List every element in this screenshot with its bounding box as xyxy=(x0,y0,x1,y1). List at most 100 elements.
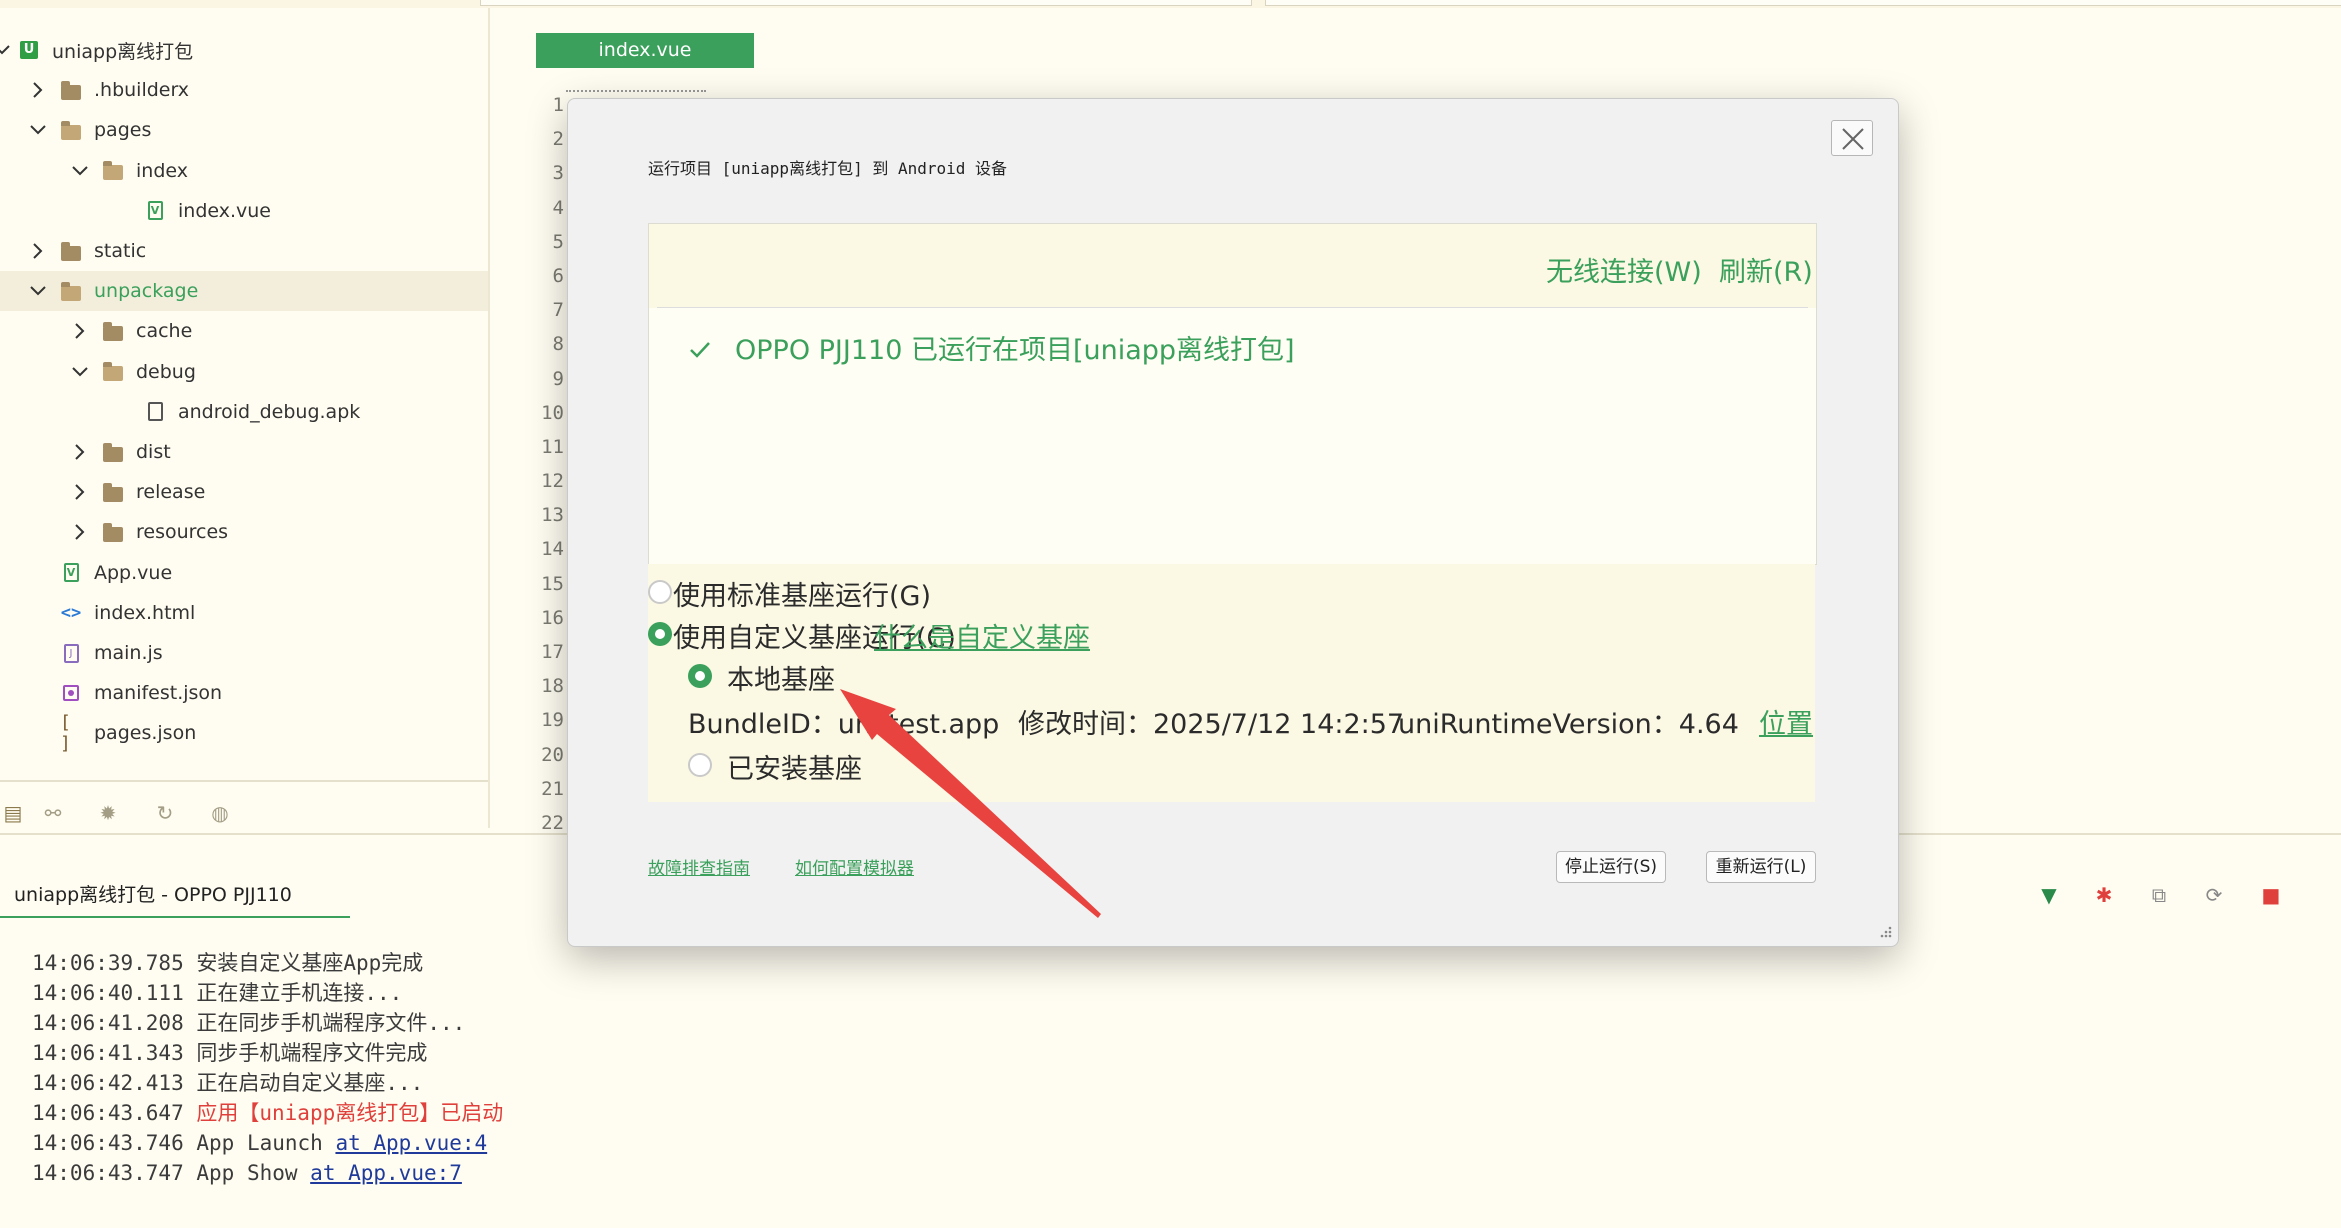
device-list-item[interactable]: OPPO PJJ110 已运行在项目[uniapp离线打包] xyxy=(689,328,1295,367)
line-number: 20 xyxy=(541,743,564,766)
line-number: 15 xyxy=(541,572,564,595)
console-source-link[interactable]: at App.vue:7 xyxy=(310,1161,462,1185)
tree-item[interactable]: release xyxy=(0,472,488,512)
runtime-version-text: uniRuntimeVersion：4.64 xyxy=(1398,709,1739,740)
tree-item[interactable]: Vindex.vue xyxy=(0,191,488,231)
open-external-icon[interactable]: ⧉ xyxy=(2146,882,2172,908)
tree-item[interactable]: manifest.json xyxy=(0,673,488,713)
line-number: 11 xyxy=(541,435,564,458)
vue-file-icon: V xyxy=(144,201,166,221)
dialog-title: 运行项目 [uniapp离线打包] 到 Android 设备 xyxy=(648,159,1008,178)
tree-item-label: cache xyxy=(136,320,193,343)
folder-icon xyxy=(102,321,124,341)
tree-item[interactable]: pages xyxy=(0,110,488,150)
line-number: 16 xyxy=(541,606,564,629)
tree-item[interactable]: unpackage xyxy=(0,271,488,312)
run-device-dialog: 运行项目 [uniapp离线打包] 到 Android 设备 无线连接(W) 刷… xyxy=(567,98,1899,947)
tree-item-label: manifest.json xyxy=(94,682,223,705)
vue-icon[interactable]: ▼ xyxy=(2036,882,2062,908)
project-icon[interactable]: ▤ xyxy=(0,800,26,826)
chevron-down-icon[interactable] xyxy=(28,120,48,140)
line-number: 5 xyxy=(552,230,564,253)
folder-open-icon xyxy=(102,161,124,181)
device-list-header: 无线连接(W) 刷新(R) xyxy=(649,224,1816,308)
custom-base-help-link[interactable]: 什么是自定义基座 xyxy=(874,616,1090,655)
line-number: 3 xyxy=(552,162,564,185)
console-timestamp: 14:06:39.785 xyxy=(32,951,197,975)
tree-item[interactable]: Uuniapp离线打包 xyxy=(0,30,488,70)
tree-item-label: dist xyxy=(136,441,171,463)
local-base-label[interactable]: 本地基座 xyxy=(727,658,835,697)
folder-icon xyxy=(102,482,124,502)
tab-index-vue[interactable]: index.vue xyxy=(536,33,754,68)
standard-base-radio[interactable] xyxy=(648,580,672,604)
toolbar-segment-right xyxy=(1265,0,2341,6)
console-timestamp: 14:06:43.746 xyxy=(32,1131,197,1155)
stop-icon[interactable]: ■ xyxy=(2258,882,2284,908)
troubleshoot-link[interactable]: 故障排查指南 xyxy=(648,854,750,879)
tree-item-label: uniapp离线打包 xyxy=(52,40,194,63)
tree-item[interactable]: dist xyxy=(0,432,488,472)
binoculars-icon[interactable]: ⚯ xyxy=(40,800,66,826)
chevron-right-icon[interactable] xyxy=(70,321,90,341)
tree-item[interactable]: Jmain.js xyxy=(0,633,488,673)
console-line: 14:06:40.111 正在建立手机连接... xyxy=(32,978,503,1008)
plugin-icon[interactable]: ◍ xyxy=(207,800,233,826)
tree-item[interactable]: .hbuilderx xyxy=(0,70,488,110)
console-output: 14:06:39.785 安装自定义基座App完成 14:06:40.111 正在… xyxy=(32,948,503,1188)
resize-grip-icon[interactable] xyxy=(1878,926,1892,940)
chevron-down-icon[interactable] xyxy=(28,281,48,301)
close-icon xyxy=(1842,128,1864,150)
tree-item-label: pages.json xyxy=(94,722,197,745)
chevron-right-icon[interactable] xyxy=(28,80,48,100)
tree-item[interactable]: index xyxy=(0,151,488,191)
console-timestamp: 14:06:40.111 xyxy=(32,981,197,1005)
tree-item-label: index xyxy=(136,159,188,182)
tree-item[interactable]: V App.vue xyxy=(0,553,488,593)
tree-item[interactable]: static xyxy=(0,231,488,271)
tree-item[interactable]: debug xyxy=(0,352,488,392)
editor-tabstrip: index.vue xyxy=(504,8,2341,68)
history-icon[interactable]: ↻ xyxy=(152,800,178,826)
chevron-right-icon[interactable] xyxy=(28,241,48,261)
chevron-right-icon[interactable] xyxy=(70,522,90,542)
console-source-link[interactable]: at App.vue:4 xyxy=(335,1131,487,1155)
chevron-down-icon[interactable] xyxy=(70,362,90,382)
tree-item-label: unpackage xyxy=(94,280,199,303)
console-tab[interactable]: uniapp离线打包 - OPPO PJJ110 xyxy=(0,868,350,918)
tree-item-label: index.html xyxy=(94,601,196,624)
chevron-right-icon[interactable] xyxy=(70,442,90,462)
tree-item[interactable]: android_debug.apk xyxy=(0,392,488,432)
close-button[interactable] xyxy=(1831,120,1873,156)
line-number: 12 xyxy=(541,470,564,493)
chevron-right-icon[interactable] xyxy=(70,482,90,502)
bug-icon[interactable]: ✹ xyxy=(95,800,121,826)
check-icon xyxy=(689,335,713,366)
debug-icon[interactable]: ✱ xyxy=(2091,882,2117,908)
chevron-down-icon[interactable] xyxy=(0,40,12,60)
tree-item[interactable]: <> index.html xyxy=(0,593,488,633)
location-link[interactable]: 位置 xyxy=(1759,702,1813,741)
custom-base-radio[interactable] xyxy=(648,622,672,646)
installed-base-radio[interactable] xyxy=(688,753,712,777)
tree-item[interactable]: cache xyxy=(0,311,488,351)
folder-icon xyxy=(60,80,82,100)
chevron-down-icon[interactable] xyxy=(70,161,90,181)
tree-item-label: release xyxy=(136,481,206,504)
tree-item[interactable]: resources xyxy=(0,512,488,552)
line-number: 4 xyxy=(552,196,564,219)
rerun-button[interactable]: 重新运行(L) xyxy=(1706,851,1816,883)
installed-base-label[interactable]: 已安装基座 xyxy=(727,747,862,786)
console-message: 正在启动自定义基座... xyxy=(196,1071,424,1095)
console-message: 正在建立手机连接... xyxy=(196,981,403,1005)
folder-open-icon xyxy=(60,120,82,140)
local-base-radio[interactable] xyxy=(688,664,712,688)
emulator-config-link[interactable]: 如何配置模拟器 xyxy=(795,854,914,879)
wireless-connect-link[interactable]: 无线连接(W) xyxy=(1546,250,1702,289)
vue-file-icon: V xyxy=(60,563,82,583)
refresh-link[interactable]: 刷新(R) xyxy=(1719,250,1813,289)
standard-base-label[interactable]: 使用标准基座运行(G) xyxy=(673,574,931,613)
stop-run-button[interactable]: 停止运行(S) xyxy=(1556,851,1666,883)
tree-item[interactable]: [ ] pages.json xyxy=(0,712,488,754)
restart-icon[interactable]: ⟳ xyxy=(2201,882,2227,908)
